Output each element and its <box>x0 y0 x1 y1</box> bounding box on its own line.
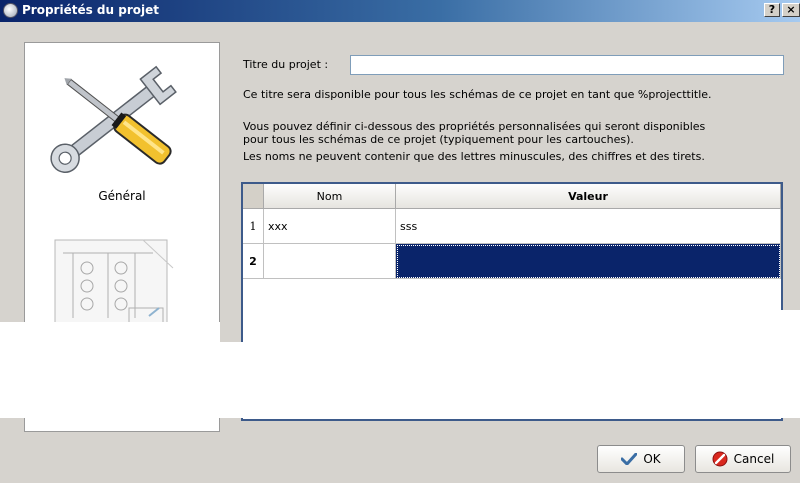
table-row[interactable]: 2 <box>243 243 781 279</box>
custom-info-line-1: Vous pouvez définir ci-dessous des propr… <box>243 120 706 133</box>
names-info-text: Les noms ne peuvent contenir que des let… <box>243 150 705 163</box>
table-row[interactable]: 1 xxx sss <box>243 208 781 244</box>
occlusion-left <box>0 342 244 418</box>
tools-icon[interactable] <box>31 51 201 191</box>
ok-button[interactable]: OK <box>597 445 685 473</box>
window-title: Propriétés du projet <box>22 3 159 17</box>
dialog-body: Général Titre du projet : Ce titre sera … <box>0 22 800 483</box>
cancel-label: Cancel <box>733 452 775 466</box>
help-button[interactable]: ? <box>764 3 780 17</box>
table-corner[interactable] <box>243 184 264 209</box>
app-icon <box>3 3 18 18</box>
schema-icon[interactable] <box>53 238 175 333</box>
occlusion-right <box>780 310 800 418</box>
name-cell[interactable]: xxx <box>263 208 396 244</box>
ok-label: OK <box>643 452 661 466</box>
sidebar-item-general[interactable]: Général <box>25 189 219 203</box>
title-label: Titre du projet : <box>243 58 329 71</box>
row-header[interactable]: 2 <box>243 243 264 279</box>
close-button[interactable]: × <box>782 3 800 17</box>
column-header-value[interactable]: Valeur <box>395 184 781 209</box>
row-header[interactable]: 1 <box>243 208 264 244</box>
checkmark-icon <box>621 453 638 465</box>
title-info-text: Ce titre sera disponible pour tous les s… <box>243 88 712 101</box>
column-header-name[interactable]: Nom <box>263 184 396 209</box>
custom-info-line-2: pour tous les schémas de ce projet (typi… <box>243 133 634 146</box>
name-cell[interactable] <box>263 243 396 279</box>
cancel-button[interactable]: Cancel <box>695 445 791 473</box>
title-bar: Propriétés du projet ? × <box>0 0 800 22</box>
properties-table[interactable]: Nom Valeur 1 xxx sss 2 <box>241 182 783 421</box>
value-cell-selected[interactable] <box>395 243 781 279</box>
value-cell[interactable]: sss <box>395 208 781 244</box>
project-title-input[interactable] <box>350 55 784 75</box>
cancel-icon <box>712 451 728 467</box>
